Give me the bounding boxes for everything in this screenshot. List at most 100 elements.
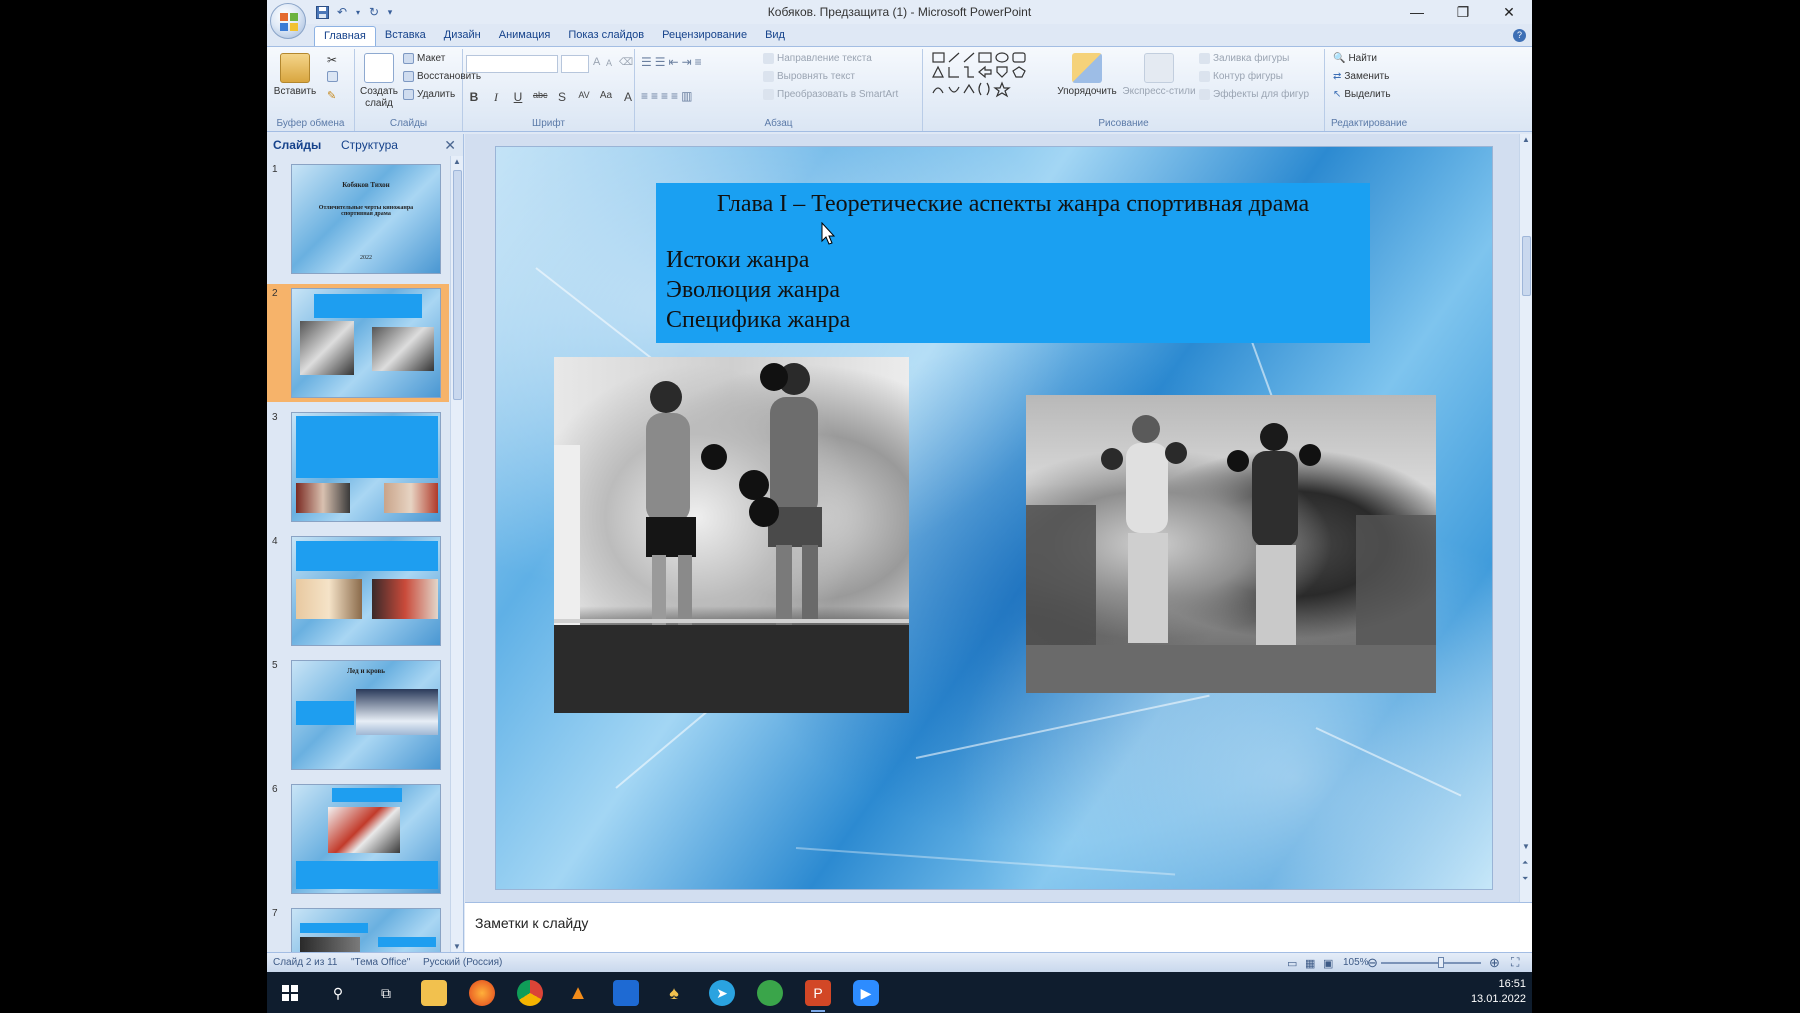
zoom-slider[interactable]: [1381, 962, 1481, 964]
columns-icon[interactable]: ▥: [681, 89, 692, 103]
vlc-icon[interactable]: ▲: [565, 980, 591, 1006]
shape-fill-button[interactable]: Заливка фигуры: [1199, 53, 1289, 64]
align-right-icon[interactable]: ≡: [661, 89, 668, 103]
new-slide-button[interactable]: Создать слайд: [359, 53, 399, 110]
minimize-button[interactable]: —: [1394, 0, 1440, 24]
fit-to-window-icon[interactable]: ⛶: [1511, 955, 1519, 970]
select-button[interactable]: ↖ Выделить: [1333, 89, 1391, 100]
tab-insert[interactable]: Вставка: [376, 26, 435, 46]
slide-canvas[interactable]: Глава I – Теоретические аспекты жанра сп…: [495, 146, 1493, 890]
zoom-in-icon[interactable]: ⊕: [1489, 955, 1500, 971]
format-painter-icon[interactable]: ✎: [327, 89, 336, 102]
clear-format-icon[interactable]: ⌫: [619, 57, 633, 68]
slide-thumbnail-7[interactable]: 7: [267, 904, 449, 952]
tab-home[interactable]: Главная: [314, 26, 376, 46]
delete-slide-button[interactable]: Удалить: [403, 89, 455, 100]
file-explorer-icon[interactable]: [421, 980, 447, 1006]
copy-icon[interactable]: [327, 71, 338, 82]
utorrent-icon[interactable]: [757, 980, 783, 1006]
bullets-icon[interactable]: ☰: [641, 55, 652, 69]
numbering-icon[interactable]: ☰: [655, 55, 666, 69]
shrink-font-icon[interactable]: A: [606, 58, 612, 68]
paste-button[interactable]: Вставить: [273, 53, 317, 97]
char-spacing-button[interactable]: AV: [577, 90, 591, 105]
font-size-select[interactable]: [561, 55, 589, 73]
firefox-icon[interactable]: [469, 980, 495, 1006]
normal-view-icon[interactable]: ▭: [1287, 957, 1297, 970]
boxing-engraving[interactable]: [1026, 395, 1436, 693]
find-button[interactable]: 🔍 Найти: [1333, 53, 1377, 64]
slide-thumbnail-6[interactable]: 6: [267, 780, 449, 898]
tab-slides-panel[interactable]: Слайды: [273, 138, 321, 152]
reset-icon: [403, 71, 414, 82]
change-case-button[interactable]: Aa: [599, 90, 613, 105]
start-icon[interactable]: [277, 980, 303, 1006]
thumbnails-scrollbar[interactable]: ▲ ▼: [450, 156, 463, 952]
shape-effects-button[interactable]: Эффекты для фигур: [1199, 89, 1309, 100]
task-view-icon[interactable]: ⧉: [373, 980, 399, 1006]
slide-thumbnail-3[interactable]: 3: [267, 408, 449, 526]
help-icon[interactable]: ?: [1513, 29, 1526, 42]
telegram-icon[interactable]: ➤: [709, 980, 735, 1006]
cut-icon[interactable]: ✂: [327, 53, 337, 67]
bold-button[interactable]: B: [467, 90, 481, 105]
close-panel-icon[interactable]: ✕: [444, 137, 456, 154]
decrease-indent-icon[interactable]: ⇤: [669, 55, 679, 69]
italic-button[interactable]: I: [489, 90, 503, 105]
shape-outline-button[interactable]: Контур фигуры: [1199, 71, 1283, 82]
tab-slideshow[interactable]: Показ слайдов: [559, 26, 653, 46]
grow-font-icon[interactable]: A: [593, 56, 600, 68]
arrange-button[interactable]: Упорядочить: [1055, 53, 1119, 97]
slide-thumbnail-5[interactable]: 5 Лед и кровь: [267, 656, 449, 774]
slide-scrollbar[interactable]: ▲ ▼ ⏶ ⏷: [1519, 134, 1532, 902]
close-button[interactable]: ✕: [1486, 0, 1532, 24]
zoom-out-icon[interactable]: ⊖: [1367, 955, 1378, 971]
line-spacing-icon[interactable]: ≡: [695, 55, 702, 69]
zoom-level[interactable]: 105%: [1343, 957, 1369, 968]
layout-button[interactable]: Макет: [403, 53, 445, 64]
powerpoint-taskbar-icon[interactable]: P: [805, 980, 831, 1012]
boxing-photo[interactable]: [554, 357, 909, 713]
align-text-button[interactable]: Выровнять текст: [763, 71, 855, 82]
language-indicator[interactable]: Русский (Россия): [423, 957, 502, 968]
slide-title-box[interactable]: Глава I – Теоретические аспекты жанра сп…: [656, 183, 1370, 343]
thumbnails-scrollbar-thumb[interactable]: [453, 170, 462, 400]
quick-styles-button[interactable]: Экспресс-стили: [1121, 53, 1197, 97]
slide-scrollbar-thumb[interactable]: [1522, 236, 1531, 296]
store-icon[interactable]: [613, 980, 639, 1006]
underline-button[interactable]: U: [511, 90, 525, 105]
font-color-button[interactable]: A: [621, 90, 635, 105]
smartart-button[interactable]: Преобразовать в SmartArt: [763, 89, 898, 100]
slideshow-view-icon[interactable]: ▣: [1323, 957, 1333, 970]
shapes-gallery[interactable]: [931, 51, 1049, 101]
zoom-slider-handle[interactable]: [1438, 957, 1444, 968]
font-family-select[interactable]: [466, 55, 558, 73]
previous-slide-icon[interactable]: ⏶: [1522, 858, 1528, 868]
app-bell-icon[interactable]: ♠: [661, 980, 687, 1006]
tab-review[interactable]: Рецензирование: [653, 26, 756, 46]
slide-thumbnail-4[interactable]: 4: [267, 532, 449, 650]
office-button[interactable]: [270, 3, 306, 39]
slide-thumbnail-1[interactable]: 1 Кобяков Тихон Отличительные черты кино…: [267, 160, 449, 278]
system-clock[interactable]: 16:51 13.01.2022: [1471, 977, 1526, 1007]
next-slide-icon[interactable]: ⏷: [1522, 874, 1528, 884]
tab-design[interactable]: Дизайн: [435, 26, 490, 46]
tab-animation[interactable]: Анимация: [490, 26, 560, 46]
strikethrough-button[interactable]: abc: [533, 90, 548, 105]
chrome-icon[interactable]: [517, 980, 543, 1006]
align-center-icon[interactable]: ≡: [651, 89, 658, 103]
replace-button[interactable]: ⇄ Заменить: [1333, 71, 1389, 82]
text-direction-button[interactable]: Направление текста: [763, 53, 872, 64]
search-icon[interactable]: ⚲: [325, 980, 351, 1006]
align-left-icon[interactable]: ≡: [641, 89, 648, 103]
justify-icon[interactable]: ≡: [671, 89, 678, 103]
tab-outline-panel[interactable]: Структура: [341, 138, 398, 152]
slide-thumbnail-2[interactable]: 2: [267, 284, 449, 402]
zoom-app-icon[interactable]: ▶: [853, 980, 879, 1006]
shadow-button[interactable]: S: [555, 90, 569, 105]
restore-button[interactable]: ❐: [1440, 0, 1486, 24]
tab-view[interactable]: Вид: [756, 26, 794, 46]
notes-pane[interactable]: Заметки к слайду: [465, 902, 1532, 952]
increase-indent-icon[interactable]: ⇥: [682, 55, 692, 69]
sorter-view-icon[interactable]: ▦: [1305, 957, 1315, 970]
